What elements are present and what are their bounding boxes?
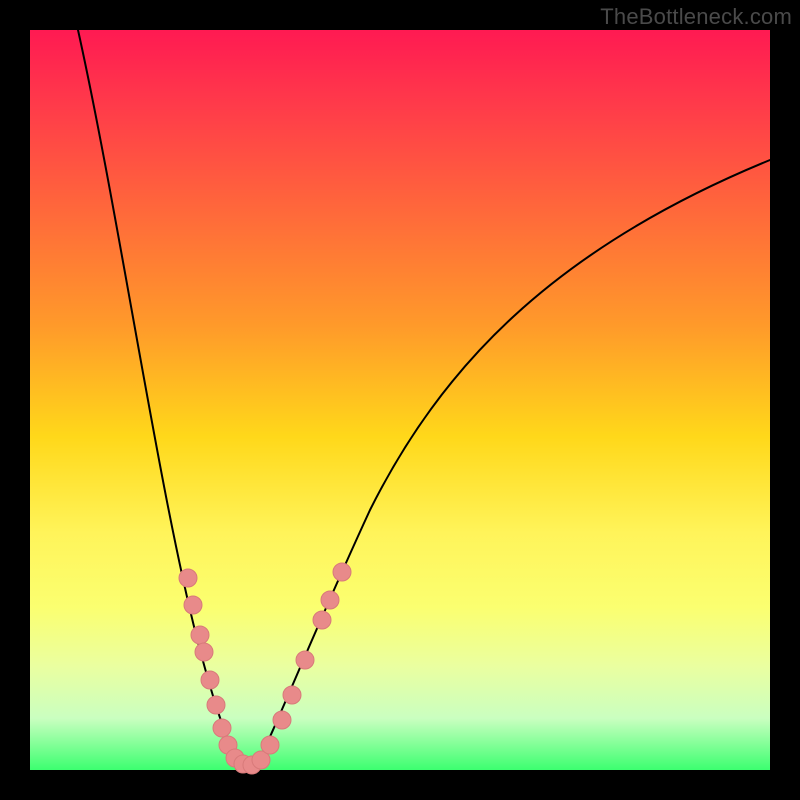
curve-left bbox=[78, 30, 240, 766]
chart-svg bbox=[30, 30, 770, 770]
chart-frame: TheBottleneck.com bbox=[0, 0, 800, 800]
curve-right bbox=[256, 160, 770, 766]
watermark: TheBottleneck.com bbox=[600, 4, 792, 30]
